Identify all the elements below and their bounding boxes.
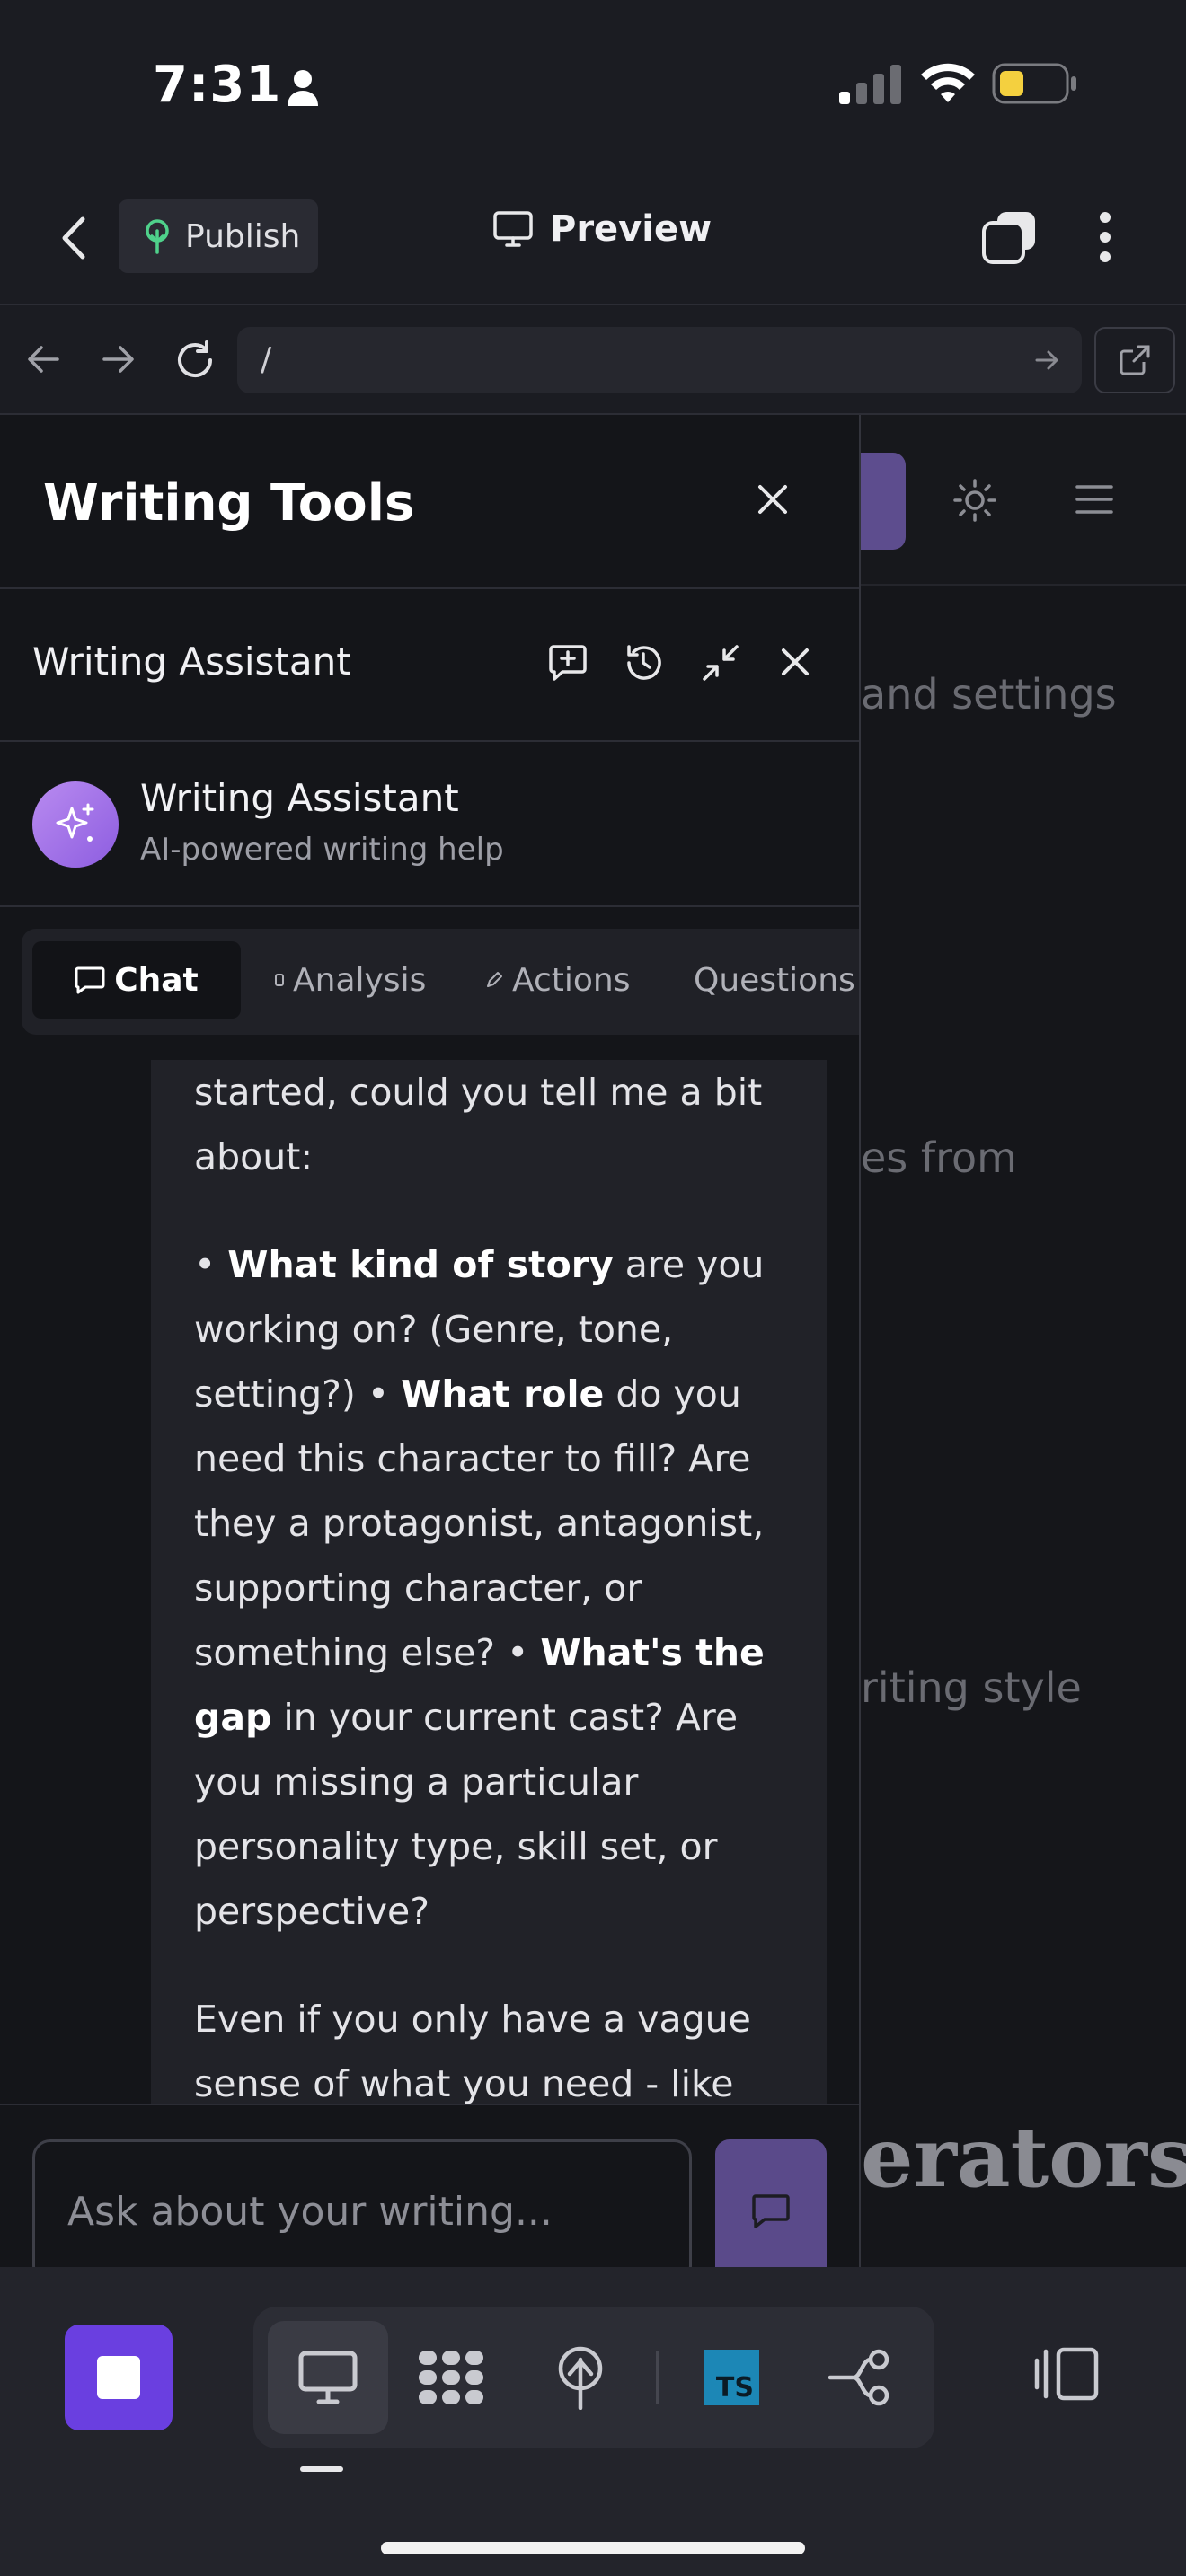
panel-title: Writing Tools — [43, 474, 415, 533]
typescript-tool-button[interactable]: TS — [677, 2321, 785, 2434]
writing-tools-panel: Writing Tools Writing Assistant Writing … — [0, 415, 861, 2267]
background-purple-button — [861, 453, 906, 550]
tab-chat[interactable]: Chat — [32, 941, 241, 1019]
bold-phrase: What kind of story — [227, 1243, 614, 1286]
tab-label: Actions — [512, 961, 631, 999]
split-view-icon[interactable] — [1033, 2346, 1100, 2402]
message-closing: Even if you only have a vague sense of w… — [194, 1998, 751, 2105]
background-text: riting style — [861, 1663, 1082, 1712]
background-header — [861, 415, 1186, 586]
new-chat-icon[interactable] — [548, 643, 588, 683]
pencil-icon — [485, 971, 503, 989]
message-questions: • What kind of story are you working on?… — [194, 1243, 765, 1933]
status-bar: 7:31 — [0, 0, 1186, 171]
wifi-icon — [920, 63, 976, 104]
message-body: started, could you tell me a bit about: … — [194, 1060, 805, 2111]
deploy-tree-icon — [552, 2345, 609, 2410]
bottom-toolbar: TS — [0, 2267, 1186, 2576]
close-assistant-icon[interactable] — [780, 647, 810, 677]
chat-input[interactable] — [32, 2139, 692, 2267]
assistant-tabs: Chat Analysis Actions Questions — [22, 929, 859, 1035]
reload-icon[interactable] — [174, 340, 216, 381]
publish-label: Publish — [185, 217, 301, 255]
publish-tree-icon — [142, 218, 173, 254]
history-icon[interactable] — [624, 643, 663, 683]
send-button[interactable] — [715, 2139, 827, 2267]
assistant-message: started, could you tell me a bit about: … — [151, 1060, 827, 2111]
publish-button[interactable]: Publish — [119, 199, 318, 273]
tabs-switcher-icon[interactable] — [981, 210, 1037, 266]
tab-actions[interactable]: Actions — [485, 941, 631, 1019]
url-path: / — [261, 341, 272, 378]
preview-label: Preview — [550, 208, 712, 250]
packages-icon — [417, 2347, 485, 2408]
analysis-icon — [275, 974, 284, 986]
git-tool-button[interactable] — [807, 2321, 915, 2434]
person-icon — [286, 68, 320, 106]
assistant-name: Writing Assistant — [140, 776, 459, 820]
assistant-avatar — [32, 781, 119, 868]
monitor-icon — [492, 210, 534, 248]
bold-phrase: What role — [401, 1372, 605, 1416]
browser-forward-icon[interactable] — [101, 343, 137, 375]
tab-label: Analysis — [293, 961, 427, 999]
deploy-tool-button[interactable] — [527, 2321, 634, 2434]
chat-input-area — [0, 2104, 859, 2267]
stop-square-icon — [95, 2354, 142, 2401]
url-input[interactable]: / — [237, 327, 1082, 393]
message-intro: started, could you tell me a bit about: — [194, 1071, 763, 1178]
top-nav: Publish Preview — [0, 171, 1186, 305]
stop-button[interactable] — [65, 2325, 173, 2430]
monitor-icon — [297, 2350, 358, 2405]
background-text: and settings — [861, 670, 1117, 719]
preview-tool-button[interactable] — [268, 2321, 388, 2434]
url-row: / — [0, 307, 1186, 415]
preview-toggle[interactable]: Preview — [492, 208, 712, 250]
message-text: in your current cast? Are you missing a … — [194, 1696, 739, 1933]
packages-tool-button[interactable] — [397, 2321, 505, 2434]
chat-bubble-icon — [75, 966, 105, 994]
battery-icon — [992, 63, 1078, 104]
url-go-arrow-icon[interactable] — [1035, 348, 1060, 372]
divider — [0, 740, 859, 742]
sun-icon — [952, 478, 997, 523]
git-branch-icon — [828, 2349, 893, 2406]
typescript-icon: TS — [704, 2350, 759, 2405]
status-time: 7:31 — [153, 56, 282, 114]
background-app: and settings es from riting style erator… — [861, 415, 1186, 2267]
minimize-icon[interactable] — [701, 643, 740, 683]
signal-icon — [839, 65, 902, 104]
background-heading: erators — [861, 2109, 1186, 2206]
hamburger-menu-icon — [1075, 483, 1114, 516]
open-external-button[interactable] — [1094, 327, 1175, 393]
divider — [0, 587, 859, 589]
tab-label: Chat — [114, 961, 199, 999]
back-chevron-icon[interactable] — [59, 216, 86, 260]
sparkles-icon — [52, 801, 99, 848]
toolbar-divider — [656, 2351, 659, 2404]
tab-label: Questions — [694, 961, 855, 999]
message-text: do you need this character to fill? Are … — [194, 1372, 765, 1674]
more-vertical-icon[interactable] — [1096, 210, 1114, 264]
close-panel-icon[interactable] — [757, 483, 789, 516]
assistant-header-title: Writing Assistant — [32, 640, 351, 684]
tab-analysis[interactable]: Analysis — [275, 941, 426, 1019]
active-tool-indicator — [300, 2466, 343, 2472]
home-indicator[interactable] — [381, 2542, 805, 2554]
external-link-icon — [1119, 344, 1151, 376]
assistant-subtitle: AI-powered writing help — [140, 832, 504, 868]
divider — [0, 905, 859, 907]
send-chat-icon — [751, 2192, 791, 2230]
tool-switcher: TS — [253, 2307, 934, 2448]
tab-questions[interactable]: Questions — [694, 941, 855, 1019]
browser-back-icon[interactable] — [25, 343, 61, 375]
background-text: es from — [861, 1134, 1017, 1182]
